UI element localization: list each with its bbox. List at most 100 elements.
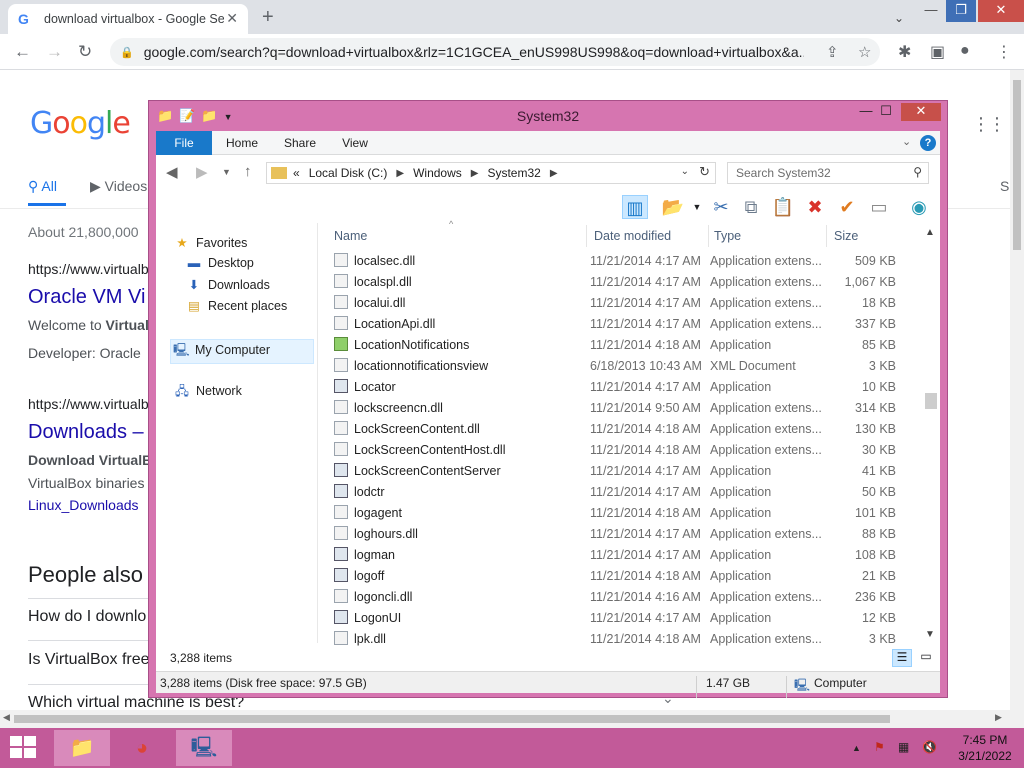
checkmark-icon[interactable]: ✔ — [834, 195, 860, 219]
properties-folder-icon[interactable]: 📂 — [660, 195, 686, 219]
scroll-left-icon[interactable]: ◀ — [3, 712, 10, 723]
file-explorer-taskbar-icon[interactable]: 📁 — [54, 730, 110, 766]
rename-icon[interactable]: ▭ — [866, 195, 892, 219]
file-row[interactable]: logagent 11/21/2014 4:18 AM Application 101… — [326, 503, 916, 524]
control-panel-taskbar-icon[interactable]: 🖳 — [176, 730, 232, 766]
file-row[interactable]: lodctr 11/21/2014 4:17 AM Application 50 KB — [326, 482, 916, 503]
maximize-icon[interactable]: ☐ — [871, 103, 901, 121]
google-apps-icon[interactable]: ⋮⋮⋮ — [972, 114, 1010, 135]
result-title-link[interactable]: Downloads – — [28, 421, 144, 444]
close-tab-icon[interactable]: ✕ — [226, 10, 238, 27]
file-row[interactable]: logman 11/21/2014 4:17 AM Application 108 K… — [326, 545, 916, 566]
nav-desktop[interactable]: ▬ Desktop — [186, 256, 254, 270]
column-divider[interactable] — [826, 225, 827, 247]
forward-arrow-icon[interactable]: ▶ — [196, 163, 208, 181]
address-dropdown-icon[interactable]: ⌄ — [681, 166, 689, 177]
column-header-name[interactable]: Name — [334, 229, 367, 243]
chrome-menu-icon[interactable]: ⋮ — [996, 42, 1012, 62]
search-icon[interactable]: ⚲ — [913, 165, 922, 179]
network-globe-icon[interactable]: ◉ — [906, 195, 932, 219]
file-row[interactable]: LocationNotifications 11/21/2014 4:18 AM A… — [326, 335, 916, 356]
sitelink[interactable]: Linux_Downloads — [28, 497, 139, 513]
scroll-down-icon[interactable]: ▼ — [925, 629, 935, 640]
file-row[interactable]: localspl.dll 11/21/2014 4:17 AM Applicatio… — [326, 272, 916, 293]
preview-pane-icon[interactable]: ▥ — [622, 195, 648, 219]
help-icon[interactable]: ? — [920, 135, 936, 151]
share-icon[interactable]: ⇪ — [826, 43, 839, 61]
file-row[interactable]: LockScreenContentHost.dll 11/21/2014 4:18… — [326, 440, 916, 461]
refresh-icon[interactable]: ↻ — [699, 164, 710, 180]
question-item[interactable]: Is VirtualBox free — [28, 651, 150, 669]
tab-settings-partial[interactable]: S — [1000, 178, 1009, 194]
file-row[interactable]: logoncli.dll 11/21/2014 4:16 AM Applicatio… — [326, 587, 916, 608]
maximize-window-icon[interactable]: ❐ — [946, 0, 976, 22]
column-header-date[interactable]: Date modified — [594, 229, 671, 243]
customize-chevron-icon[interactable]: ▼ — [224, 112, 233, 122]
action-center-flag-icon[interactable]: ⚑ — [874, 740, 885, 754]
file-row[interactable]: Locator 11/21/2014 4:17 AM Application 10 K… — [326, 377, 916, 398]
breadcrumb-system32[interactable]: System32 — [487, 166, 540, 180]
file-row[interactable]: localsec.dll 11/21/2014 4:17 AM Applicatio… — [326, 251, 916, 272]
scrollbar-thumb[interactable] — [1013, 80, 1021, 250]
tab-share[interactable]: Share — [284, 131, 316, 155]
nav-recent-places[interactable]: ▤ Recent places — [186, 298, 287, 313]
recent-locations-chevron-icon[interactable]: ▼ — [222, 167, 231, 177]
folder-icon[interactable]: 📁 — [157, 108, 173, 123]
network-tray-icon[interactable]: ▦ — [898, 740, 909, 754]
breadcrumb-windows[interactable]: Windows — [413, 166, 462, 180]
reload-icon[interactable]: ↻ — [78, 42, 92, 62]
scrollbar-thumb[interactable] — [14, 715, 890, 723]
file-row[interactable]: logoff 11/21/2014 4:18 AM Application 21 KB — [326, 566, 916, 587]
nav-favorites[interactable]: ★ Favorites — [174, 235, 247, 250]
tab-all[interactable]: ⚲ All — [28, 178, 66, 206]
explorer-titlebar[interactable]: System32 📁 📝 📁 ▼ — ☐ ✕ — [149, 101, 947, 131]
show-hidden-icons-icon[interactable]: ▲ — [852, 743, 861, 753]
cut-icon[interactable]: ✂ — [708, 195, 734, 219]
nav-my-computer[interactable]: 🖳 My Computer — [170, 339, 314, 364]
nav-network[interactable]: 🖧 Network — [174, 382, 242, 403]
page-horizontal-scrollbar[interactable]: ◀ ▶ — [0, 710, 1010, 728]
file-list-scrollbar[interactable]: ▲ ▼ — [922, 223, 938, 645]
bookmark-star-icon[interactable]: ☆ — [858, 43, 871, 61]
delete-icon[interactable]: ✖ — [802, 195, 828, 219]
column-divider[interactable] — [708, 225, 709, 247]
back-arrow-icon[interactable]: ◀ — [166, 163, 178, 181]
nav-downloads[interactable]: ⬇ Downloads — [186, 277, 270, 292]
scroll-right-icon[interactable]: ▶ — [995, 712, 1002, 723]
question-item[interactable]: How do I downlo — [28, 608, 146, 626]
breadcrumb-separator-icon[interactable]: ▶ — [396, 168, 404, 179]
tab-videos[interactable]: ▶ Videos — [90, 178, 147, 195]
page-vertical-scrollbar[interactable] — [1010, 70, 1024, 728]
tab-search-chevron-icon[interactable]: ⌄ — [884, 8, 914, 30]
address-bar[interactable]: 🔒 google.com/search?q=download+virtualbo… — [110, 38, 880, 66]
details-view-icon[interactable]: ☰ — [892, 649, 912, 667]
file-row[interactable]: lockscreencn.dll 11/21/2014 9:50 AM Applic… — [326, 398, 916, 419]
file-row[interactable]: LockScreenContent.dll 11/21/2014 4:18 AM A… — [326, 419, 916, 440]
column-divider[interactable] — [586, 225, 587, 247]
extensions-puzzle-icon[interactable]: ✱ — [898, 42, 911, 62]
breadcrumb-separator-icon[interactable]: ▶ — [550, 168, 558, 179]
tab-view[interactable]: View — [340, 131, 370, 155]
file-row[interactable]: LocationApi.dll 11/21/2014 4:17 AM Applica… — [326, 314, 916, 335]
file-row[interactable]: locationnotificationsview 6/18/2013 10:43… — [326, 356, 916, 377]
system-clock[interactable]: 7:45 PM 3/21/2022 — [950, 732, 1020, 764]
minimize-window-icon[interactable]: — — [916, 0, 946, 22]
file-row[interactable]: loghours.dll 11/21/2014 4:17 AM Applicatio… — [326, 524, 916, 545]
breadcrumb-overflow[interactable]: « — [293, 166, 300, 180]
chrome-taskbar-icon[interactable]: ◕ — [114, 730, 170, 766]
properties-icon[interactable]: 📝 — [179, 108, 195, 123]
browser-tab[interactable]: G download virtualbox - Google Se ✕ — [8, 4, 248, 34]
up-arrow-icon[interactable]: ↑ — [244, 163, 252, 180]
back-arrow-icon[interactable]: ← — [14, 42, 31, 62]
search-input[interactable]: Search System32 ⚲ — [727, 162, 929, 184]
column-header-type[interactable]: Type — [714, 229, 741, 243]
properties-dropdown-icon[interactable]: ▼ — [684, 195, 710, 219]
breadcrumb-separator-icon[interactable]: ▶ — [471, 168, 479, 179]
explorer-address-bar[interactable]: « Local Disk (C:) ▶ Windows ▶ System32 ▶… — [266, 162, 716, 184]
tab-home[interactable]: Home — [226, 131, 258, 155]
scroll-up-icon[interactable]: ▲ — [925, 227, 935, 238]
breadcrumb-local-disk[interactable]: Local Disk (C:) — [309, 166, 388, 180]
volume-muted-icon[interactable]: 🔇 — [922, 740, 937, 754]
new-folder-icon[interactable]: 📁 — [201, 108, 217, 123]
paste-icon[interactable]: 📋 — [770, 195, 796, 219]
